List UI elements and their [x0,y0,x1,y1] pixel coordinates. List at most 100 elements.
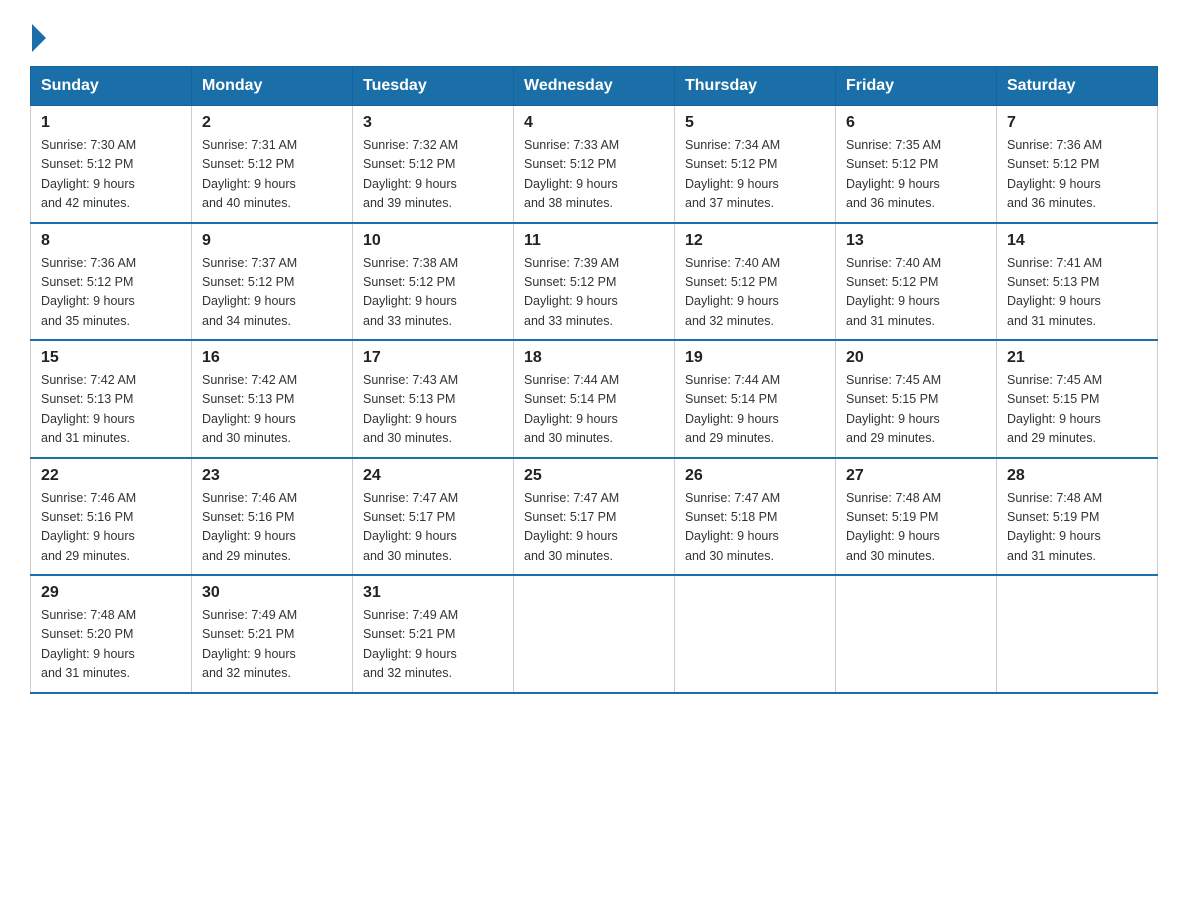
day-info: Sunrise: 7:41 AM Sunset: 5:13 PM Dayligh… [1007,254,1147,332]
calendar-cell: 10 Sunrise: 7:38 AM Sunset: 5:12 PM Dayl… [353,223,514,341]
day-number: 27 [846,467,986,485]
day-number: 25 [524,467,664,485]
day-number: 20 [846,349,986,367]
day-info: Sunrise: 7:39 AM Sunset: 5:12 PM Dayligh… [524,254,664,332]
calendar-cell: 20 Sunrise: 7:45 AM Sunset: 5:15 PM Dayl… [836,340,997,458]
day-number: 6 [846,114,986,132]
calendar-cell: 19 Sunrise: 7:44 AM Sunset: 5:14 PM Dayl… [675,340,836,458]
day-number: 14 [1007,232,1147,250]
calendar-week-row: 1 Sunrise: 7:30 AM Sunset: 5:12 PM Dayli… [31,106,1158,223]
day-number: 8 [41,232,181,250]
calendar-cell: 1 Sunrise: 7:30 AM Sunset: 5:12 PM Dayli… [31,106,192,223]
calendar-week-row: 29 Sunrise: 7:48 AM Sunset: 5:20 PM Dayl… [31,575,1158,693]
calendar-cell: 16 Sunrise: 7:42 AM Sunset: 5:13 PM Dayl… [192,340,353,458]
day-info: Sunrise: 7:40 AM Sunset: 5:12 PM Dayligh… [846,254,986,332]
day-number: 24 [363,467,503,485]
calendar-week-row: 22 Sunrise: 7:46 AM Sunset: 5:16 PM Dayl… [31,458,1158,576]
logo-arrow-icon [32,24,46,52]
day-number: 16 [202,349,342,367]
weekday-header-row: SundayMondayTuesdayWednesdayThursdayFrid… [31,67,1158,106]
day-number: 30 [202,584,342,602]
weekday-header-friday: Friday [836,67,997,106]
day-number: 9 [202,232,342,250]
day-info: Sunrise: 7:49 AM Sunset: 5:21 PM Dayligh… [202,606,342,684]
calendar-cell: 28 Sunrise: 7:48 AM Sunset: 5:19 PM Dayl… [997,458,1158,576]
calendar-cell: 30 Sunrise: 7:49 AM Sunset: 5:21 PM Dayl… [192,575,353,693]
weekday-header-saturday: Saturday [997,67,1158,106]
calendar-cell: 27 Sunrise: 7:48 AM Sunset: 5:19 PM Dayl… [836,458,997,576]
day-info: Sunrise: 7:42 AM Sunset: 5:13 PM Dayligh… [41,371,181,449]
day-number: 12 [685,232,825,250]
day-number: 28 [1007,467,1147,485]
calendar-cell: 31 Sunrise: 7:49 AM Sunset: 5:21 PM Dayl… [353,575,514,693]
day-info: Sunrise: 7:38 AM Sunset: 5:12 PM Dayligh… [363,254,503,332]
calendar-cell: 15 Sunrise: 7:42 AM Sunset: 5:13 PM Dayl… [31,340,192,458]
day-number: 26 [685,467,825,485]
day-info: Sunrise: 7:36 AM Sunset: 5:12 PM Dayligh… [41,254,181,332]
calendar-cell: 22 Sunrise: 7:46 AM Sunset: 5:16 PM Dayl… [31,458,192,576]
calendar-cell: 6 Sunrise: 7:35 AM Sunset: 5:12 PM Dayli… [836,106,997,223]
calendar-cell [675,575,836,693]
day-info: Sunrise: 7:48 AM Sunset: 5:19 PM Dayligh… [846,489,986,567]
day-number: 1 [41,114,181,132]
calendar-week-row: 8 Sunrise: 7:36 AM Sunset: 5:12 PM Dayli… [31,223,1158,341]
weekday-header-wednesday: Wednesday [514,67,675,106]
calendar-cell: 25 Sunrise: 7:47 AM Sunset: 5:17 PM Dayl… [514,458,675,576]
day-info: Sunrise: 7:45 AM Sunset: 5:15 PM Dayligh… [1007,371,1147,449]
calendar-cell: 13 Sunrise: 7:40 AM Sunset: 5:12 PM Dayl… [836,223,997,341]
calendar-cell: 5 Sunrise: 7:34 AM Sunset: 5:12 PM Dayli… [675,106,836,223]
weekday-header-thursday: Thursday [675,67,836,106]
day-info: Sunrise: 7:47 AM Sunset: 5:18 PM Dayligh… [685,489,825,567]
calendar-cell: 3 Sunrise: 7:32 AM Sunset: 5:12 PM Dayli… [353,106,514,223]
calendar-cell [997,575,1158,693]
day-info: Sunrise: 7:47 AM Sunset: 5:17 PM Dayligh… [363,489,503,567]
day-info: Sunrise: 7:33 AM Sunset: 5:12 PM Dayligh… [524,136,664,214]
day-number: 17 [363,349,503,367]
weekday-header-monday: Monday [192,67,353,106]
day-info: Sunrise: 7:31 AM Sunset: 5:12 PM Dayligh… [202,136,342,214]
calendar-cell: 17 Sunrise: 7:43 AM Sunset: 5:13 PM Dayl… [353,340,514,458]
day-info: Sunrise: 7:43 AM Sunset: 5:13 PM Dayligh… [363,371,503,449]
day-number: 15 [41,349,181,367]
calendar-cell: 11 Sunrise: 7:39 AM Sunset: 5:12 PM Dayl… [514,223,675,341]
day-info: Sunrise: 7:36 AM Sunset: 5:12 PM Dayligh… [1007,136,1147,214]
day-info: Sunrise: 7:35 AM Sunset: 5:12 PM Dayligh… [846,136,986,214]
calendar-cell: 24 Sunrise: 7:47 AM Sunset: 5:17 PM Dayl… [353,458,514,576]
day-info: Sunrise: 7:34 AM Sunset: 5:12 PM Dayligh… [685,136,825,214]
day-number: 11 [524,232,664,250]
calendar-cell: 23 Sunrise: 7:46 AM Sunset: 5:16 PM Dayl… [192,458,353,576]
day-info: Sunrise: 7:40 AM Sunset: 5:12 PM Dayligh… [685,254,825,332]
day-number: 4 [524,114,664,132]
day-info: Sunrise: 7:44 AM Sunset: 5:14 PM Dayligh… [524,371,664,449]
page-header [30,20,1158,48]
day-info: Sunrise: 7:30 AM Sunset: 5:12 PM Dayligh… [41,136,181,214]
day-number: 22 [41,467,181,485]
day-info: Sunrise: 7:47 AM Sunset: 5:17 PM Dayligh… [524,489,664,567]
day-info: Sunrise: 7:46 AM Sunset: 5:16 PM Dayligh… [41,489,181,567]
day-number: 5 [685,114,825,132]
calendar-cell: 14 Sunrise: 7:41 AM Sunset: 5:13 PM Dayl… [997,223,1158,341]
weekday-header-tuesday: Tuesday [353,67,514,106]
day-info: Sunrise: 7:44 AM Sunset: 5:14 PM Dayligh… [685,371,825,449]
logo [30,20,46,48]
day-number: 2 [202,114,342,132]
calendar-week-row: 15 Sunrise: 7:42 AM Sunset: 5:13 PM Dayl… [31,340,1158,458]
day-number: 18 [524,349,664,367]
day-number: 10 [363,232,503,250]
day-number: 7 [1007,114,1147,132]
calendar-cell: 21 Sunrise: 7:45 AM Sunset: 5:15 PM Dayl… [997,340,1158,458]
day-number: 13 [846,232,986,250]
day-info: Sunrise: 7:46 AM Sunset: 5:16 PM Dayligh… [202,489,342,567]
day-number: 3 [363,114,503,132]
calendar-cell: 18 Sunrise: 7:44 AM Sunset: 5:14 PM Dayl… [514,340,675,458]
calendar-cell: 4 Sunrise: 7:33 AM Sunset: 5:12 PM Dayli… [514,106,675,223]
calendar-cell: 12 Sunrise: 7:40 AM Sunset: 5:12 PM Dayl… [675,223,836,341]
day-info: Sunrise: 7:32 AM Sunset: 5:12 PM Dayligh… [363,136,503,214]
calendar-cell: 9 Sunrise: 7:37 AM Sunset: 5:12 PM Dayli… [192,223,353,341]
day-info: Sunrise: 7:49 AM Sunset: 5:21 PM Dayligh… [363,606,503,684]
weekday-header-sunday: Sunday [31,67,192,106]
day-number: 19 [685,349,825,367]
calendar-cell: 2 Sunrise: 7:31 AM Sunset: 5:12 PM Dayli… [192,106,353,223]
calendar-table: SundayMondayTuesdayWednesdayThursdayFrid… [30,66,1158,694]
calendar-cell: 8 Sunrise: 7:36 AM Sunset: 5:12 PM Dayli… [31,223,192,341]
